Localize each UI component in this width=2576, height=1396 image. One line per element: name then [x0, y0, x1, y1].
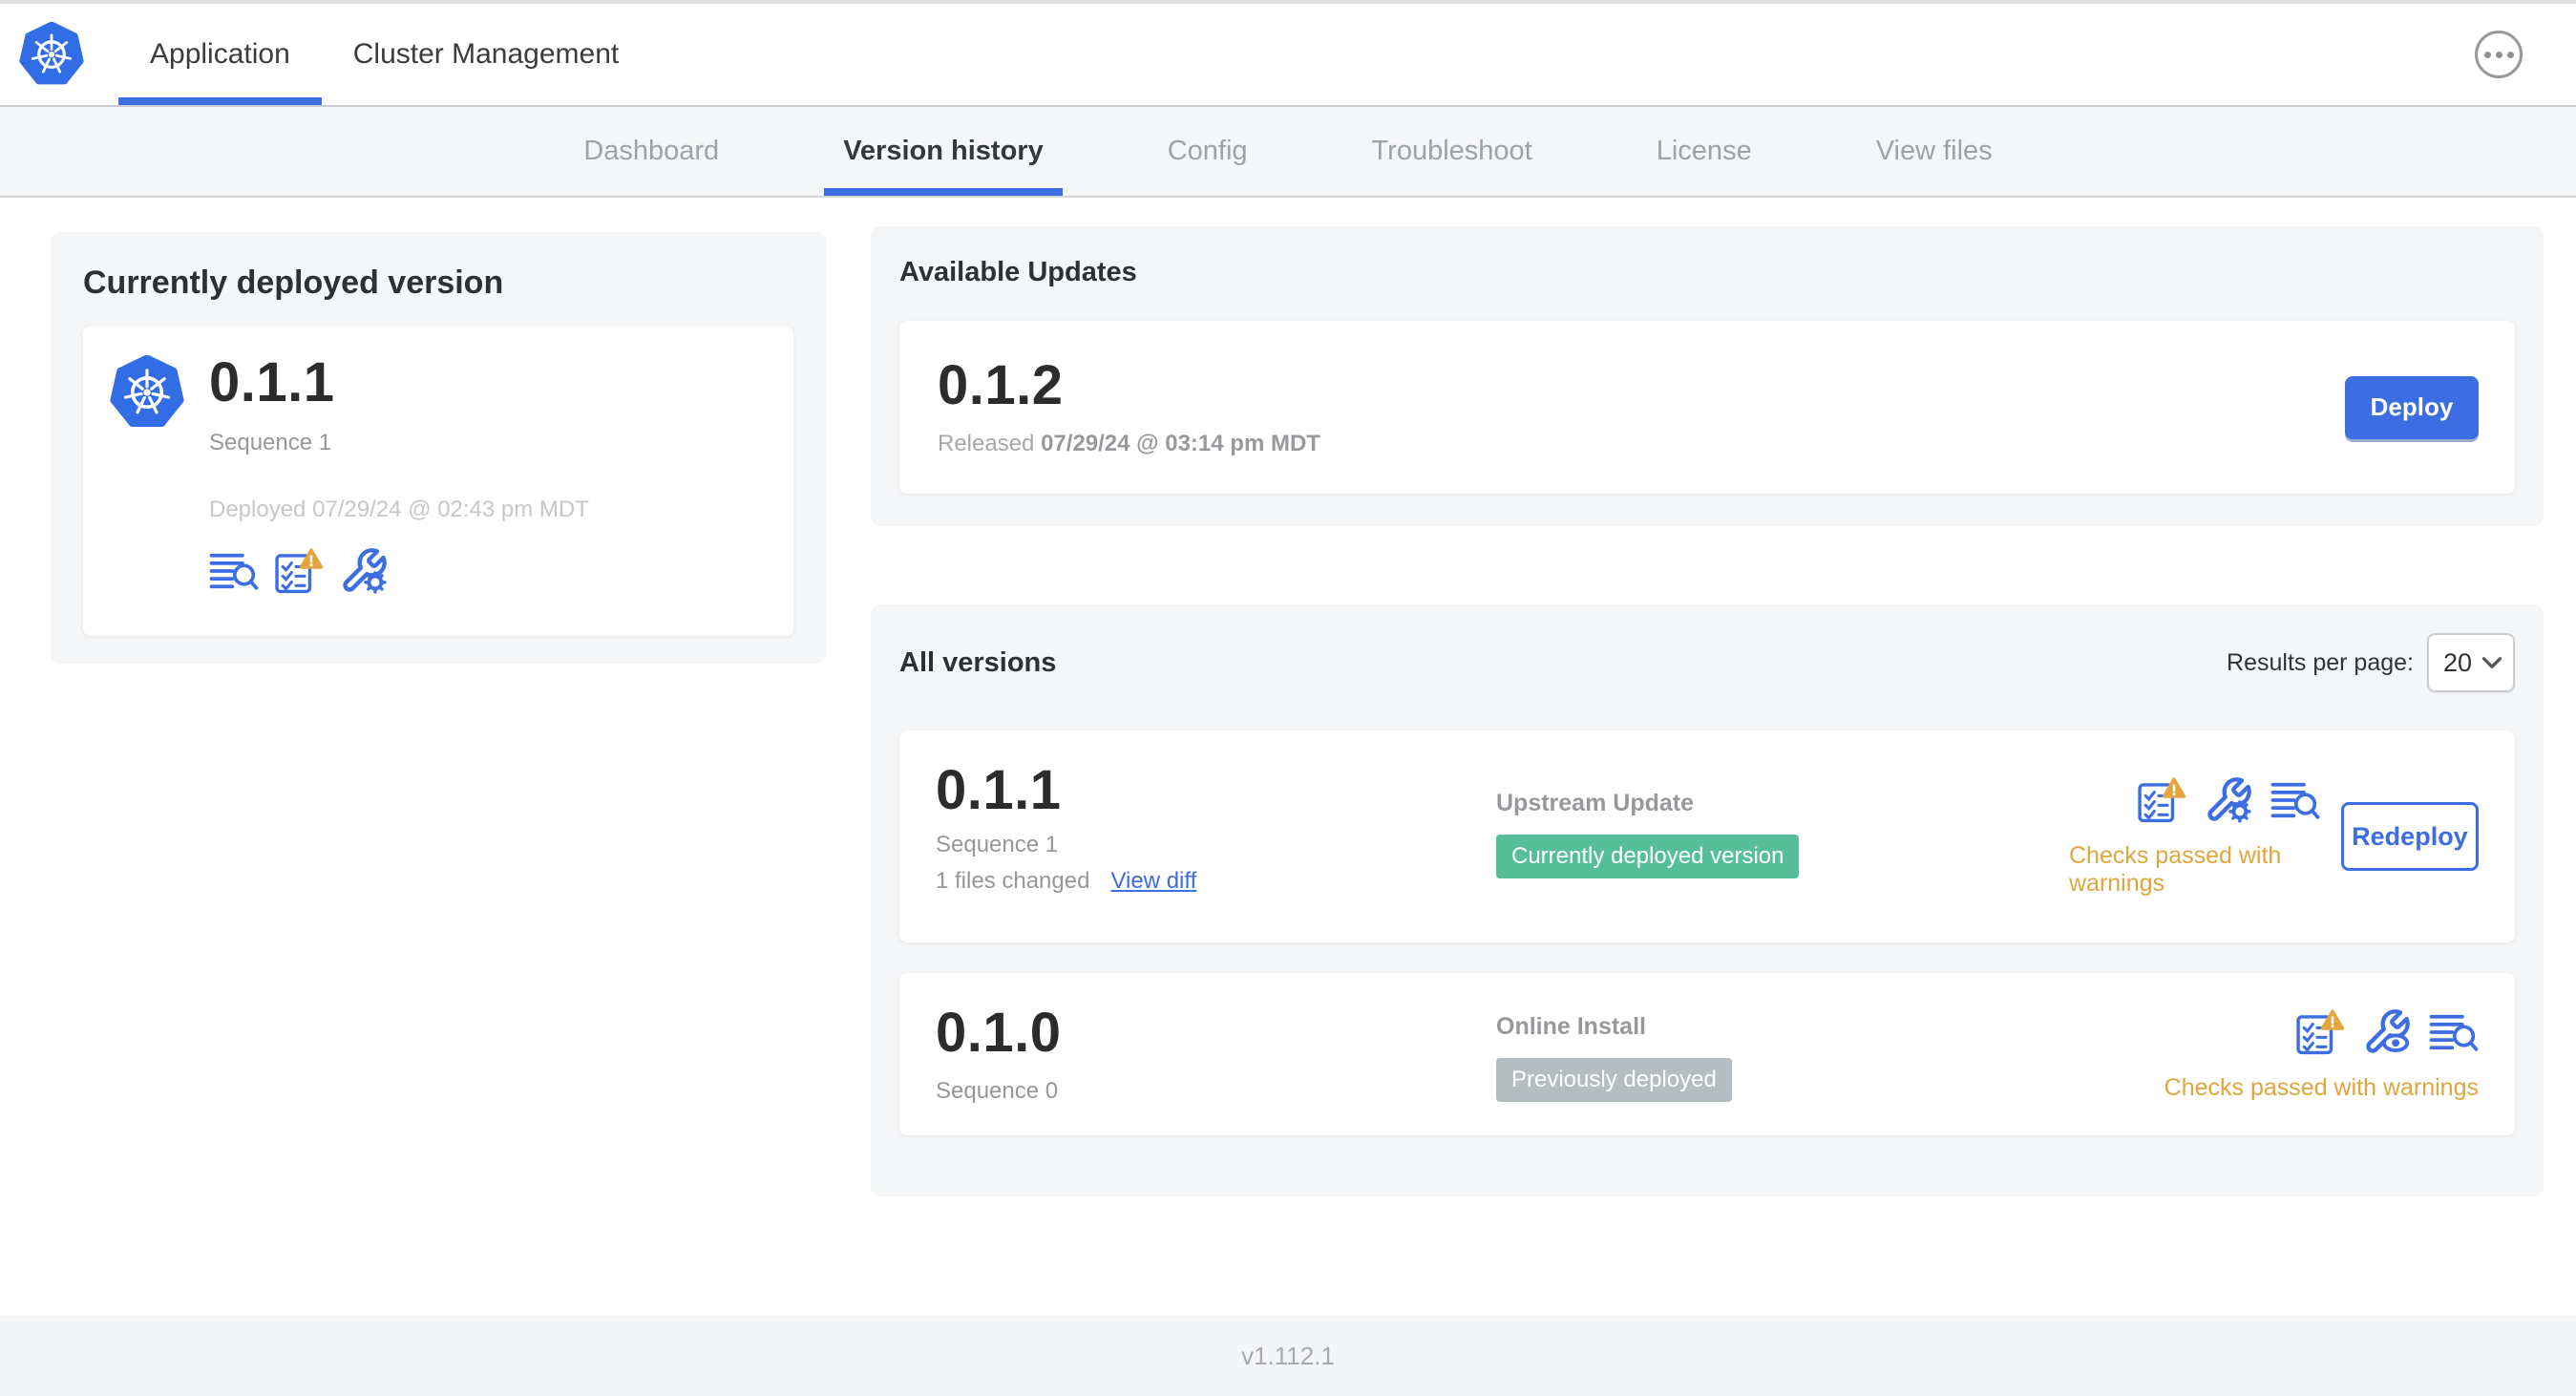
row-source-label: Upstream Update [1496, 790, 1694, 816]
tab-dashboard[interactable]: Dashboard [521, 107, 781, 196]
tab-troubleshoot-label: Troubleshoot [1371, 136, 1532, 166]
available-updates-card: Available Updates 0.1.2 Released 07/29/2… [871, 226, 2544, 526]
available-updates-title: Available Updates [899, 257, 1137, 287]
tab-cluster-management-label: Cluster Management [352, 38, 620, 70]
preflight-checks-warning-icon[interactable] [274, 546, 324, 596]
row-sequence: Sequence 1 [936, 832, 1059, 857]
version-row-source: Upstream Update Currently deployed versi… [1496, 763, 2069, 878]
version-row-0-1-0: 0.1.0 Sequence 0 Online Install Previous… [899, 973, 2515, 1135]
edit-config-icon[interactable] [2204, 775, 2253, 825]
released-label: Released [938, 430, 1035, 456]
tab-application[interactable]: Application [118, 4, 322, 105]
previously-deployed-badge: Previously deployed [1496, 1058, 1732, 1102]
tab-view-files[interactable]: View files [1814, 107, 2055, 196]
tab-application-label: Application [150, 38, 290, 70]
app-sub-nav: Dashboard Version history Config Trouble… [0, 107, 2576, 198]
version-row-0-1-1: 0.1.1 Sequence 1 1 files changed View di… [899, 730, 2515, 942]
update-version-number: 0.1.2 [938, 353, 1064, 416]
currently-deployed-badge: Currently deployed version [1496, 835, 1800, 878]
currently-deployed-title: Currently deployed version [83, 264, 504, 301]
row-icon-stack: Checks passed with warnings [2164, 1007, 2479, 1102]
version-row-info: 0.1.1 Sequence 1 1 files changed View di… [936, 763, 1496, 895]
view-diff-link[interactable]: View diff [1110, 868, 1196, 895]
tab-troubleshoot[interactable]: Troubleshoot [1310, 107, 1594, 196]
tab-license[interactable]: License [1594, 107, 1814, 196]
preflight-checks-warning-icon[interactable] [2137, 775, 2186, 825]
released-date: 07/29/24 @ 03:14 pm MDT [1041, 430, 1320, 456]
redeploy-button[interactable]: Redeploy [2340, 802, 2479, 871]
row-version-number: 0.1.0 [936, 1002, 1062, 1064]
console-version-text: v1.112.1 [1241, 1341, 1335, 1370]
tab-version-history-label: Version history [843, 136, 1044, 166]
version-row-actions: Checks passed with warnings [2164, 1007, 2479, 1102]
row-sequence: Sequence 0 [936, 1078, 1059, 1104]
currently-deployed-version-panel: 0.1.1 Sequence 1 Deployed 07/29/24 @ 02:… [83, 327, 793, 636]
edit-config-icon[interactable] [339, 546, 389, 596]
top-nav-tabs: Application Cluster Management [118, 4, 650, 105]
tab-cluster-management[interactable]: Cluster Management [322, 4, 650, 105]
update-released-timestamp: Released 07/29/24 @ 03:14 pm MDT [938, 431, 1320, 457]
chevron-down-icon [2482, 657, 2502, 668]
view-config-icon[interactable] [2362, 1007, 2412, 1057]
app-footer: v1.112.1 [0, 1316, 2576, 1396]
row-icon-stack: Checks passed with warnings [2069, 775, 2320, 898]
tab-dashboard-label: Dashboard [583, 136, 720, 166]
version-row-source: Online Install Previously deployed [1496, 1005, 2069, 1102]
top-nav-bar: Application Cluster Management [0, 4, 2576, 107]
row-files-changed: 1 files changed View diff [936, 868, 1496, 895]
all-versions-card: All versions Results per page: 20 0.1.1 … [871, 604, 2544, 1196]
currently-deployed-card: Currently deployed version 0.1.1 Sequenc… [51, 232, 826, 664]
ellipsis-icon [2483, 51, 2491, 58]
results-per-page-select[interactable]: 20 [2427, 633, 2515, 692]
version-row-info: 0.1.0 Sequence 0 [936, 1005, 1496, 1105]
results-per-page-label: Results per page: [2227, 648, 2414, 676]
overflow-menu-button[interactable] [2475, 31, 2523, 78]
tab-config[interactable]: Config [1106, 107, 1310, 196]
row-action-icons [2137, 775, 2320, 825]
deploy-button[interactable]: Deploy [2345, 375, 2479, 439]
tab-config-label: Config [1167, 136, 1248, 166]
results-per-page-value: 20 [2443, 647, 2473, 677]
row-version-number: 0.1.1 [936, 759, 1062, 821]
current-version-deployed-timestamp: Deployed 07/29/24 @ 02:43 pm MDT [209, 497, 589, 522]
version-diff-icon[interactable] [2270, 775, 2320, 825]
checks-status-text: Checks passed with warnings [2164, 1073, 2479, 1101]
tab-license-label: License [1656, 136, 1752, 166]
row-action-icons [2295, 1007, 2479, 1057]
files-changed-label: 1 files changed [936, 868, 1090, 894]
checks-status-text: Checks passed with warnings [2069, 842, 2282, 897]
kubernetes-app-icon [110, 355, 184, 430]
tab-view-files-label: View files [1875, 136, 1993, 166]
version-row-actions: Checks passed with warnings Redeploy [2069, 775, 2479, 898]
preflight-checks-warning-icon[interactable] [2295, 1007, 2345, 1057]
all-versions-title: All versions [899, 646, 1057, 678]
row-source-label: Online Install [1496, 1013, 1646, 1040]
current-version-actions [209, 546, 589, 596]
results-per-page: Results per page: 20 [2227, 633, 2515, 692]
current-version-sequence: Sequence 1 [209, 430, 332, 455]
tab-version-history[interactable]: Version history [781, 107, 1106, 196]
current-version-number: 0.1.1 [209, 351, 335, 413]
all-versions-header: All versions Results per page: 20 [899, 633, 2515, 692]
version-diff-icon[interactable] [209, 546, 259, 596]
available-update-row: 0.1.2 Released 07/29/24 @ 03:14 pm MDT D… [899, 321, 2515, 494]
version-diff-icon[interactable] [2429, 1007, 2479, 1057]
kubernetes-logo-icon [19, 22, 84, 87]
